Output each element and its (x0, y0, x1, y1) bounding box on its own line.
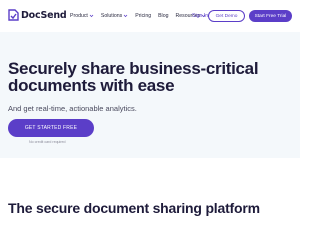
chevron-down-icon (123, 14, 128, 18)
docsend-logo-icon (8, 9, 19, 21)
sign-in-link[interactable]: Sign In (192, 13, 208, 19)
brand-name: DocSend (21, 9, 67, 21)
hero-section: Securely share business-critical documen… (0, 32, 300, 158)
nav-item-label: Solutions (100, 13, 123, 19)
chevron-down-icon (89, 14, 94, 18)
nav-item-label: Blog (158, 13, 169, 19)
nav-item-product[interactable]: Product (70, 13, 94, 19)
nav-item-label: Product (70, 13, 88, 19)
nav-item-label: Pricing (135, 13, 152, 19)
nav-item-solutions[interactable]: Solutions (101, 13, 128, 19)
hero-subheadline: And get real-time, actionable analytics. (8, 104, 137, 113)
docsend-logo[interactable]: DocSend (8, 9, 67, 21)
start-free-trial-button[interactable]: Start Free Trial (249, 10, 292, 22)
nav-item-pricing[interactable]: Pricing (135, 13, 151, 19)
get-demo-button[interactable]: Get Demo (208, 10, 245, 22)
no-credit-card-note: No credit card required (29, 140, 66, 144)
section-heading: The secure document sharing platform (8, 200, 260, 216)
hero-headline: Securely share business-critical documen… (8, 59, 259, 95)
nav-item-blog[interactable]: Blog (158, 13, 168, 19)
get-started-free-button[interactable]: GET STARTED FREE (8, 119, 94, 137)
top-navigation: DocSend Product Solutions Pricing Blog R… (0, 0, 300, 32)
